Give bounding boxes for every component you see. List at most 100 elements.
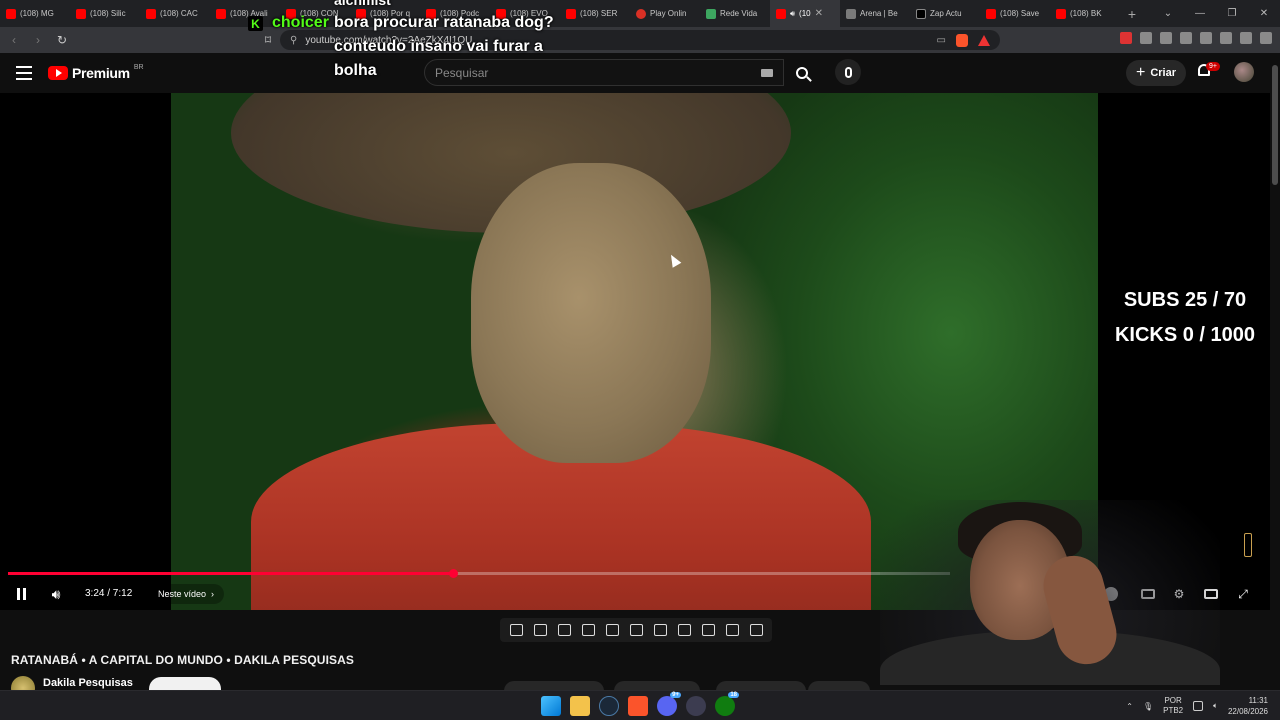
browser-tab[interactable]: Zap Actu <box>910 0 980 27</box>
create-label: Criar <box>1150 67 1177 79</box>
kick-logo-icon: K <box>248 16 263 31</box>
sidebar-icon[interactable] <box>1180 32 1192 44</box>
new-tab-button[interactable]: + <box>1120 2 1144 26</box>
wallet-icon[interactable] <box>1200 32 1212 44</box>
fullscreen-icon: ⤢ <box>1238 586 1248 601</box>
search-input[interactable]: Pesquisar <box>424 59 784 86</box>
clock-time: 11:31 <box>1248 696 1268 705</box>
channel-name[interactable]: Dakila Pesquisas <box>43 677 133 689</box>
scrollbar-thumb[interactable] <box>1272 65 1278 185</box>
chapters-button[interactable]: Neste vídeo › <box>148 584 225 604</box>
discord-icon[interactable]: 9+ <box>657 692 681 716</box>
microphone-tray-icon[interactable]: 🎙︎ <box>1143 702 1153 711</box>
browser-tab[interactable]: Rede Vida <box>700 0 770 27</box>
search-button[interactable] <box>784 59 820 86</box>
youtube-premium-logo[interactable]: Premium BR <box>48 64 144 81</box>
brave-shields-icon[interactable] <box>956 33 968 47</box>
back-icon[interactable]: ‹ <box>4 30 24 50</box>
channel-avatar[interactable] <box>11 676 35 690</box>
youtube-favicon-icon <box>216 8 226 19</box>
cast-icon[interactable]: ▭ <box>937 35 946 46</box>
volume-tray-icon[interactable]: 🔈︎ <box>1213 701 1218 711</box>
browser-tab[interactable]: (108) CAC <box>140 0 210 27</box>
browser-tab[interactable]: (108) BK <box>1050 0 1120 27</box>
create-button[interactable]: + Criar <box>1126 60 1186 86</box>
speed-icon[interactable] <box>653 624 667 636</box>
leo-ai-icon[interactable] <box>1220 32 1232 44</box>
pip-icon[interactable] <box>605 624 619 636</box>
vpn-icon[interactable] <box>1240 32 1252 44</box>
pause-button[interactable] <box>12 585 30 603</box>
add-icon[interactable] <box>677 624 691 636</box>
display-icon[interactable] <box>1193 701 1204 711</box>
keyboard-icon[interactable] <box>761 69 773 77</box>
gear-icon[interactable] <box>749 624 763 636</box>
browser-tab[interactable]: Arena | Be <box>840 0 910 27</box>
eye-icon[interactable] <box>557 624 571 636</box>
browser-tab[interactable]: (108) Save <box>980 0 1050 27</box>
subs-goal: SUBS 25 / 70 <box>1123 289 1247 311</box>
chevron-up-icon[interactable]: ⌃ <box>1126 702 1133 711</box>
browser-tab[interactable]: (108) SER <box>560 0 630 27</box>
file-explorer-icon[interactable] <box>570 696 590 716</box>
language-indicator[interactable]: POR PTB2 <box>1163 696 1183 716</box>
clock[interactable]: 11:31 22/08/2026 <box>1228 695 1268 717</box>
voice-search-button[interactable] <box>835 59 861 85</box>
account-avatar[interactable] <box>1234 62 1254 82</box>
fullscreen-button[interactable]: ⤢ <box>1233 585 1253 603</box>
windows-start-icon[interactable] <box>541 696 561 716</box>
youtube-play-icon <box>48 66 68 80</box>
clapper-icon[interactable] <box>581 624 595 636</box>
flask-icon[interactable] <box>725 624 739 636</box>
media-icon[interactable] <box>1160 32 1172 44</box>
app-icon[interactable] <box>686 696 706 716</box>
tab-label: (108) Silic <box>90 9 126 18</box>
chat-message-line: conteudo insano vai furar a <box>334 38 543 55</box>
address-bar-row: ‹ › ↻ ⌑ ⚲ youtube.com/watch?v=2AeZkX4I1Q… <box>0 27 1280 53</box>
browser-tab[interactable]: (108) MG <box>0 0 70 27</box>
audio-icon[interactable] <box>533 624 547 636</box>
forward-icon[interactable]: › <box>28 30 48 50</box>
restore-icon[interactable]: ❐ <box>1216 0 1248 27</box>
youtube-favicon-icon <box>566 8 576 19</box>
progress-played <box>8 572 453 575</box>
site-info-icon[interactable]: ⚲ <box>290 35 297 46</box>
screen: (108) MG (108) Silic (108) CAC (108) Avali (… <box>0 0 1280 720</box>
brave-rewards-icon[interactable] <box>978 34 990 46</box>
browser-menu-icon[interactable] <box>1260 32 1272 44</box>
extension-icon[interactable] <box>1120 32 1132 44</box>
hamburger-menu-icon[interactable] <box>16 66 32 80</box>
plus-icon: + <box>1135 64 1146 81</box>
tab-search-icon[interactable]: ⌄ <box>1152 0 1184 27</box>
browser-tab[interactable]: 🔊︎ (10 ✕ <box>770 0 840 27</box>
extensions-puzzle-icon[interactable] <box>1140 32 1152 44</box>
reload-icon[interactable]: ↻ <box>52 30 72 50</box>
search-icon <box>796 66 808 79</box>
steam-icon[interactable] <box>599 696 619 716</box>
discord-badge: 9+ <box>670 692 681 698</box>
camera-icon[interactable] <box>701 624 715 636</box>
volume-icon[interactable]: 🔊︎ <box>46 585 66 603</box>
scrubber-handle[interactable] <box>448 569 458 578</box>
bookmark-icon[interactable]: ⌑ <box>258 30 278 50</box>
browser-tab[interactable]: Play Onlin <box>630 0 700 27</box>
channel-row: Dakila Pesquisas <box>11 676 221 690</box>
browser-tabstrip: (108) MG (108) Silic (108) CAC (108) Avali (… <box>0 0 1280 27</box>
browser-tab[interactable]: (108) Avali <box>210 0 280 27</box>
close-tab-icon[interactable]: ✕ <box>815 8 823 19</box>
subscribe-button[interactable] <box>148 677 221 690</box>
xbox-icon[interactable]: 18 <box>715 692 739 716</box>
frame-icon[interactable] <box>629 624 643 636</box>
site-favicon-icon <box>706 8 716 19</box>
brave-browser-icon[interactable] <box>628 696 648 716</box>
xbox-badge: 18 <box>728 692 739 698</box>
tab-audio-icon[interactable]: 🔊︎ <box>790 9 795 19</box>
page-scrollbar[interactable] <box>1270 53 1280 690</box>
tab-label: (108) CAC <box>160 9 198 18</box>
extensions-area <box>1120 32 1272 44</box>
loop-icon[interactable] <box>509 624 523 636</box>
progress-bar[interactable] <box>8 569 950 578</box>
close-window-icon[interactable]: ✕ <box>1248 0 1280 27</box>
browser-tab[interactable]: (108) Silic <box>70 0 140 27</box>
minimize-icon[interactable]: — <box>1184 0 1216 27</box>
